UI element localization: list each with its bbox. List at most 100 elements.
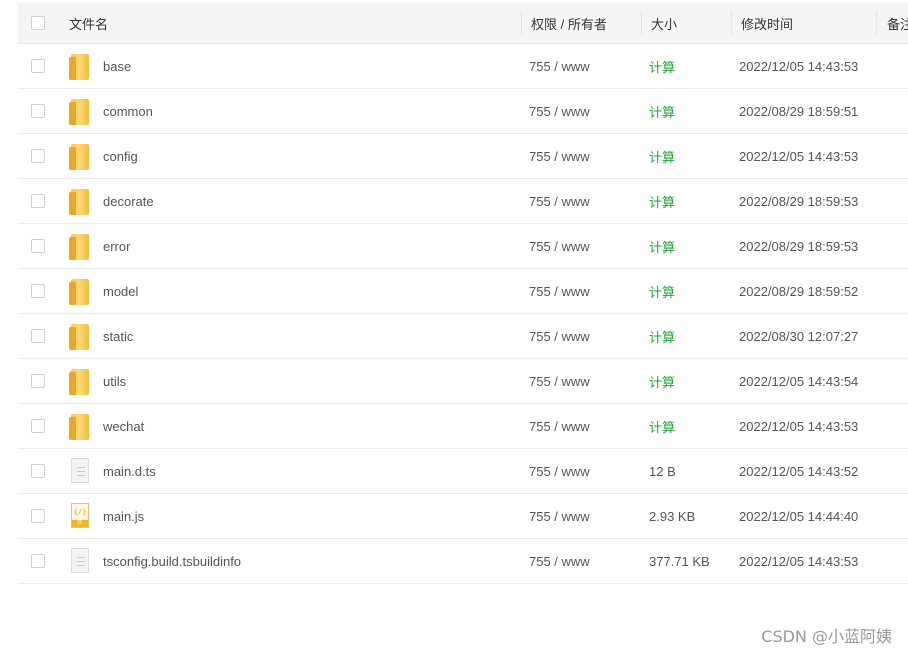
header-permission[interactable]: 权限 / 所有者 (529, 3, 607, 43)
table-row[interactable]: wechat 755 / www 计算 2022/12/05 14:43:53 (18, 404, 908, 449)
row-checkbox-cell[interactable] (31, 449, 45, 493)
table-row[interactable]: base 755 / www 计算 2022/12/05 14:43:53 (18, 44, 908, 89)
file-name[interactable]: model (103, 284, 138, 299)
row-checkbox-cell[interactable] (31, 134, 45, 178)
calculate-size-link[interactable]: 计算 (649, 179, 675, 223)
file-name[interactable]: config (103, 149, 138, 164)
permission-cell[interactable]: 755 / www (529, 179, 590, 223)
file-name-cell[interactable]: main.d.ts (69, 449, 156, 493)
row-checkbox[interactable] (31, 149, 45, 163)
permission-cell[interactable]: 755 / www (529, 224, 590, 268)
table-row[interactable]: decorate 755 / www 计算 2022/08/29 18:59:5… (18, 179, 908, 224)
table-row[interactable]: model 755 / www 计算 2022/08/29 18:59:52 (18, 269, 908, 314)
file-size: 377.71 KB (649, 553, 710, 569)
row-checkbox[interactable] (31, 194, 45, 208)
row-checkbox-cell[interactable] (31, 224, 45, 268)
row-checkbox-cell[interactable] (31, 539, 45, 583)
table-row[interactable]: error 755 / www 计算 2022/08/29 18:59:53 (18, 224, 908, 269)
permission-cell[interactable]: 755 / www (529, 404, 590, 448)
modified-time: 2022/08/29 18:59:51 (739, 103, 859, 119)
folder-icon (69, 276, 91, 306)
column-divider (731, 11, 732, 35)
permission-cell[interactable]: 755 / www (529, 89, 590, 133)
row-checkbox[interactable] (31, 509, 45, 523)
header-note[interactable]: 备注 (885, 3, 908, 43)
modified-time: 2022/12/05 14:43:53 (739, 553, 859, 569)
header-size[interactable]: 大小 (649, 3, 677, 43)
header-modified[interactable]: 修改时间 (739, 3, 793, 43)
file-name-cell[interactable]: base (69, 44, 131, 88)
table-row[interactable]: common 755 / www 计算 2022/08/29 18:59:51 (18, 89, 908, 134)
file-name[interactable]: common (103, 104, 153, 119)
calculate-size-link[interactable]: 计算 (649, 359, 675, 403)
calculate-size-link[interactable]: 计算 (649, 269, 675, 313)
modified-time: 2022/12/05 14:44:40 (739, 508, 859, 524)
table-row[interactable]: config 755 / www 计算 2022/12/05 14:43:53 (18, 134, 908, 179)
file-name[interactable]: base (103, 59, 131, 74)
file-name[interactable]: main.d.ts (103, 464, 156, 479)
file-name-cell[interactable]: config (69, 134, 138, 178)
file-name-cell[interactable]: decorate (69, 179, 154, 223)
modified-time: 2022/08/29 18:59:53 (739, 238, 859, 254)
header-name[interactable]: 文件名 (69, 3, 108, 43)
table-row[interactable]: static 755 / www 计算 2022/08/30 12:07:27 (18, 314, 908, 359)
calculate-size-link[interactable]: 计算 (649, 314, 675, 358)
permission-cell[interactable]: 755 / www (529, 539, 590, 583)
row-checkbox-cell[interactable] (31, 314, 45, 358)
file-name[interactable]: decorate (103, 194, 154, 209)
file-name-cell[interactable]: error (69, 224, 130, 268)
table-row[interactable]: utils 755 / www 计算 2022/12/05 14:43:54 (18, 359, 908, 404)
row-checkbox[interactable] (31, 554, 45, 568)
permission-cell[interactable]: 755 / www (529, 269, 590, 313)
file-icon (69, 546, 91, 576)
permission-cell[interactable]: 755 / www (529, 134, 590, 178)
watermark: CSDN @小蓝阿姨 (761, 627, 892, 646)
calculate-size-link[interactable]: 计算 (649, 224, 675, 268)
table-row[interactable]: main.d.ts 755 / www 12 B 2022/12/05 14:4… (18, 449, 908, 494)
calculate-size-link[interactable]: 计算 (649, 404, 675, 448)
row-checkbox-cell[interactable] (31, 494, 45, 538)
permission-cell[interactable]: 755 / www (529, 359, 590, 403)
file-name-cell[interactable]: {/} JS main.js (69, 494, 144, 538)
row-checkbox[interactable] (31, 374, 45, 388)
modified-time: 2022/12/05 14:43:52 (739, 463, 859, 479)
row-checkbox-cell[interactable] (31, 404, 45, 448)
file-name[interactable]: static (103, 329, 133, 344)
calculate-size-link[interactable]: 计算 (649, 134, 675, 178)
file-name-cell[interactable]: model (69, 269, 138, 313)
row-checkbox-cell[interactable] (31, 359, 45, 403)
row-checkbox-cell[interactable] (31, 89, 45, 133)
calculate-size-link[interactable]: 计算 (649, 89, 675, 133)
file-name[interactable]: main.js (103, 509, 144, 524)
file-name[interactable]: wechat (103, 419, 144, 434)
row-checkbox[interactable] (31, 239, 45, 253)
permission-cell[interactable]: 755 / www (529, 314, 590, 358)
file-icon (69, 456, 91, 486)
select-all-checkbox-cell[interactable] (31, 3, 45, 43)
file-name-cell[interactable]: wechat (69, 404, 144, 448)
file-name-cell[interactable]: utils (69, 359, 126, 403)
file-name-cell[interactable]: common (69, 89, 153, 133)
row-checkbox[interactable] (31, 464, 45, 478)
row-checkbox[interactable] (31, 329, 45, 343)
row-checkbox[interactable] (31, 419, 45, 433)
row-checkbox[interactable] (31, 59, 45, 73)
file-name-cell[interactable]: tsconfig.build.tsbuildinfo (69, 539, 241, 583)
table-row[interactable]: tsconfig.build.tsbuildinfo 755 / www 377… (18, 539, 908, 584)
table-row[interactable]: {/} JS main.js 755 / www 2.93 KB 2022/12/… (18, 494, 908, 539)
file-name[interactable]: tsconfig.build.tsbuildinfo (103, 554, 241, 569)
permission-cell[interactable]: 755 / www (529, 494, 590, 538)
file-name[interactable]: error (103, 239, 130, 254)
row-checkbox-cell[interactable] (31, 44, 45, 88)
file-name-cell[interactable]: static (69, 314, 133, 358)
select-all-checkbox[interactable] (31, 16, 45, 30)
row-checkbox[interactable] (31, 104, 45, 118)
file-name[interactable]: utils (103, 374, 126, 389)
row-checkbox[interactable] (31, 284, 45, 298)
permission-cell[interactable]: 755 / www (529, 449, 590, 493)
row-checkbox-cell[interactable] (31, 269, 45, 313)
calculate-size-link[interactable]: 计算 (649, 44, 675, 88)
row-checkbox-cell[interactable] (31, 179, 45, 223)
permission-cell[interactable]: 755 / www (529, 44, 590, 88)
folder-icon (69, 411, 91, 441)
